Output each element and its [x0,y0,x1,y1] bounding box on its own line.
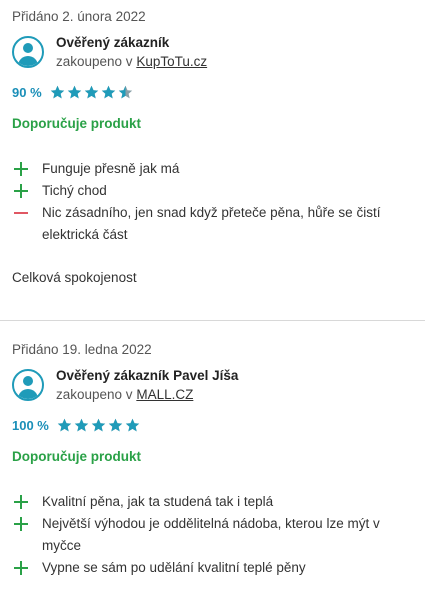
point-text: Nic zásadního, jen snad když přeteče pěn… [42,205,381,242]
con-item: Nic zásadního, jen snad když přeteče pěn… [12,202,413,246]
point-text: Tichý chod [42,183,107,198]
rating: 90 % [12,82,413,102]
star-icon [101,85,115,98]
plus-icon [14,180,28,202]
pro-item: Vypne se sám po udělání kvalitní teplé p… [12,557,413,579]
pros-cons-list: Kvalitní pěna, jak ta studená tak i tepl… [12,491,413,579]
pro-item: Kvalitní pěna, jak ta studená tak i tepl… [12,491,413,513]
purchase-prefix: zakoupeno v [56,387,133,402]
review-author: Ověřený zákazník zakoupeno v KupToTu.cz [12,34,413,82]
star-icon [91,418,106,431]
pro-item: Tichý chod [12,180,413,202]
pro-item: Největší výhodou je oddělitelná nádoba, … [12,513,413,557]
star-icon [84,85,98,98]
shop-link[interactable]: KupToTu.cz [136,54,207,69]
rating: 100 % [12,415,413,435]
rating-percent: 100 % [12,417,49,433]
star-icon [57,418,72,431]
point-text: Vypne se sám po udělání kvalitní teplé p… [42,560,306,575]
review-card: Přidáno 19. ledna 2022 Ověřený zákazník … [0,321,425,579]
shop-link[interactable]: MALL.CZ [136,387,193,402]
review-author: Ověřený zákazník Pavel Jíša zakoupeno v … [12,367,413,415]
purchase-prefix: zakoupeno v [56,54,133,69]
user-avatar-icon [12,369,44,401]
point-text: Funguje přesně jak má [42,161,180,176]
rating-percent: 90 % [12,84,42,100]
author-name: Ověřený zákazník [56,35,170,50]
star-icon [74,418,89,431]
star-icon [108,418,123,431]
purchase-info: zakoupeno v MALL.CZ [56,385,238,405]
plus-icon [14,513,28,535]
plus-icon [14,158,28,180]
author-name: Ověřený zákazník Pavel Jíša [56,368,239,383]
recommend-label: Doporučuje produkt [12,449,141,464]
recommend-label: Doporučuje produkt [12,116,141,131]
star-icon [67,85,81,98]
user-avatar-icon [12,36,44,68]
point-text: Největší výhodou je oddělitelná nádoba, … [42,516,380,553]
purchase-info: zakoupeno v KupToTu.cz [56,52,207,72]
overall-satisfaction: Celková spokojenost [12,270,137,285]
point-text: Kvalitní pěna, jak ta studená tak i tepl… [42,494,274,509]
review-date: Přidáno 2. února 2022 [12,9,146,24]
star-icon [50,85,64,98]
star-rating [57,418,142,433]
pros-cons-list: Funguje přesně jak má Tichý chod Nic zásad… [12,158,413,246]
plus-icon [14,491,28,513]
review-card: Přidáno 2. února 2022 Ověřený zákazník z… [0,0,425,320]
plus-icon [14,557,28,579]
review-date: Přidáno 19. ledna 2022 [12,342,152,357]
pro-item: Funguje přesně jak má [12,158,413,180]
star-icon [125,418,140,431]
minus-icon [14,202,28,224]
star-icon [118,85,132,98]
star-rating [50,85,135,100]
